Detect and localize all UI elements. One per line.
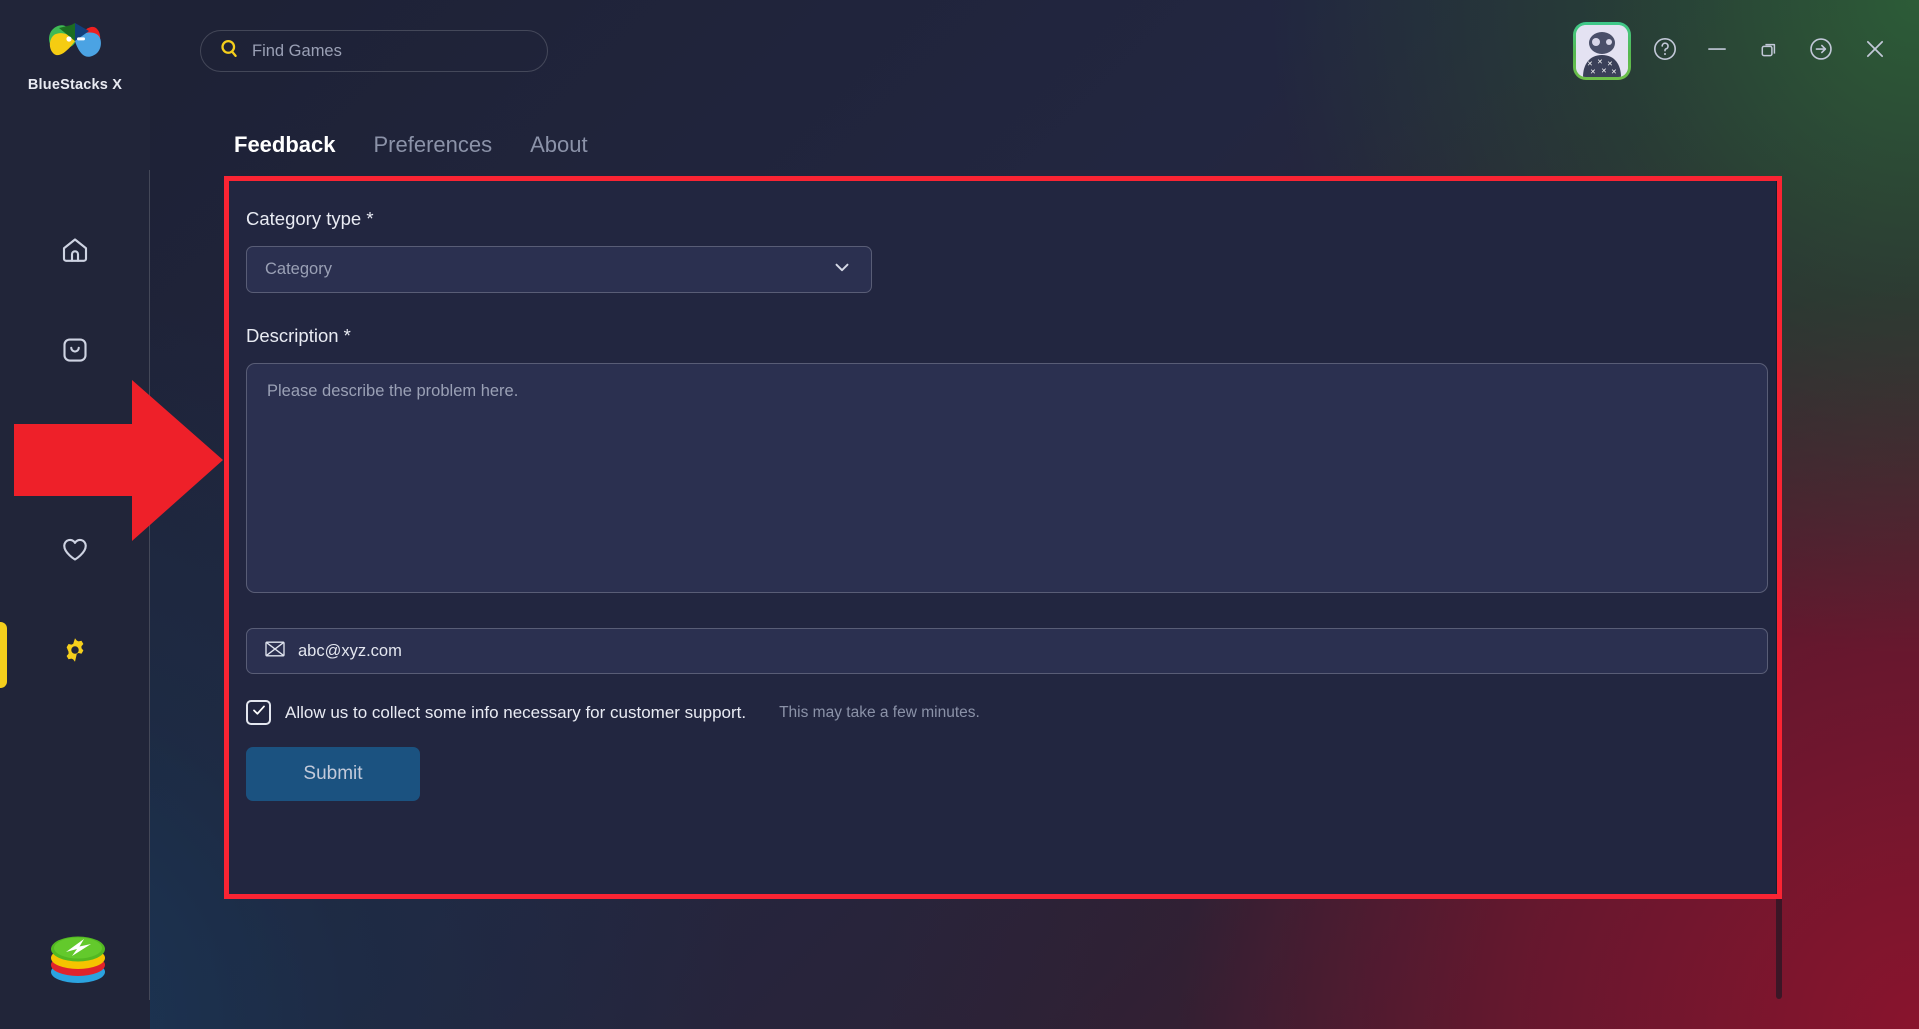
category-select[interactable]: Category [246,246,872,293]
consent-row: Allow us to collect some info necessary … [246,700,1748,725]
bluestacks-window: BlueStacks X Find Games ✕ ✕ ✕ ✕ ✕ ✕ Feed… [0,0,1919,1029]
user-avatar: ✕ ✕ ✕ ✕ ✕ ✕ [1576,25,1628,77]
settings-tabs: Feedback Preferences About [234,132,588,158]
consent-label: Allow us to collect some info necessary … [285,702,747,722]
arrow-right-button[interactable] [1802,32,1840,70]
heart-icon [60,534,90,564]
description-textarea[interactable] [246,363,1768,593]
maximize-restore-icon [1757,37,1781,66]
checkmark-icon [251,702,267,723]
home-icon [60,235,90,265]
tab-about[interactable]: About [530,132,588,158]
svg-text:✕: ✕ [1607,61,1613,68]
bluestacks-x-petals-logo [44,10,106,72]
email-value: abc@xyz.com [298,641,402,660]
bluestacks-stack-logo [44,922,112,984]
consent-hint: This may take a few minutes. [779,703,980,721]
email-field[interactable]: abc@xyz.com [246,628,1768,674]
feedback-panel: Category type * Category Description * P… [224,176,1782,899]
help-circle-icon [1652,36,1678,67]
panel-scrollbar[interactable] [1776,176,1782,999]
brand-name: BlueStacks X [27,77,123,93]
tab-preferences[interactable]: Preferences [374,132,493,158]
svg-text:✕: ✕ [1597,59,1603,66]
minimize-button[interactable] [1698,32,1736,70]
consent-checkbox[interactable] [246,700,271,725]
sidebar-item-app-center[interactable] [52,327,98,373]
brand: BlueStacks X [0,10,150,93]
sidebar-item-favorites[interactable] [52,526,98,572]
description-label: Description * [246,325,351,346]
minimize-icon [1704,36,1730,67]
chevron-down-icon [831,256,853,283]
close-button[interactable] [1856,32,1894,70]
category-type-label: Category type * [246,208,374,229]
app-drawer-icon [60,335,90,365]
sidebar-divider [149,170,150,1000]
svg-text:✕: ✕ [1590,69,1596,76]
search-icon [219,38,240,64]
avatar[interactable]: ✕ ✕ ✕ ✕ ✕ ✕ [1573,22,1631,80]
help-button[interactable] [1646,32,1684,70]
maximize-button[interactable] [1750,32,1788,70]
sidebar-item-home[interactable] [52,227,98,273]
gear-icon [61,636,89,664]
category-select-value: Category [265,260,332,278]
envelope-icon [264,640,286,663]
search-placeholder: Find Games [252,41,342,60]
svg-text:✕: ✕ [1587,61,1593,68]
submit-button[interactable]: Submit [246,747,420,801]
search-input[interactable]: Find Games [200,30,548,72]
svg-text:✕: ✕ [1601,68,1607,75]
close-icon [1862,36,1888,67]
sidebar-item-settings[interactable] [52,627,98,673]
sidebar-active-indicator [0,622,7,688]
arrow-right-circle-icon [1808,36,1834,67]
left-sidebar: BlueStacks X [0,0,150,1029]
svg-text:✕: ✕ [1611,69,1617,76]
tab-feedback[interactable]: Feedback [234,132,336,158]
